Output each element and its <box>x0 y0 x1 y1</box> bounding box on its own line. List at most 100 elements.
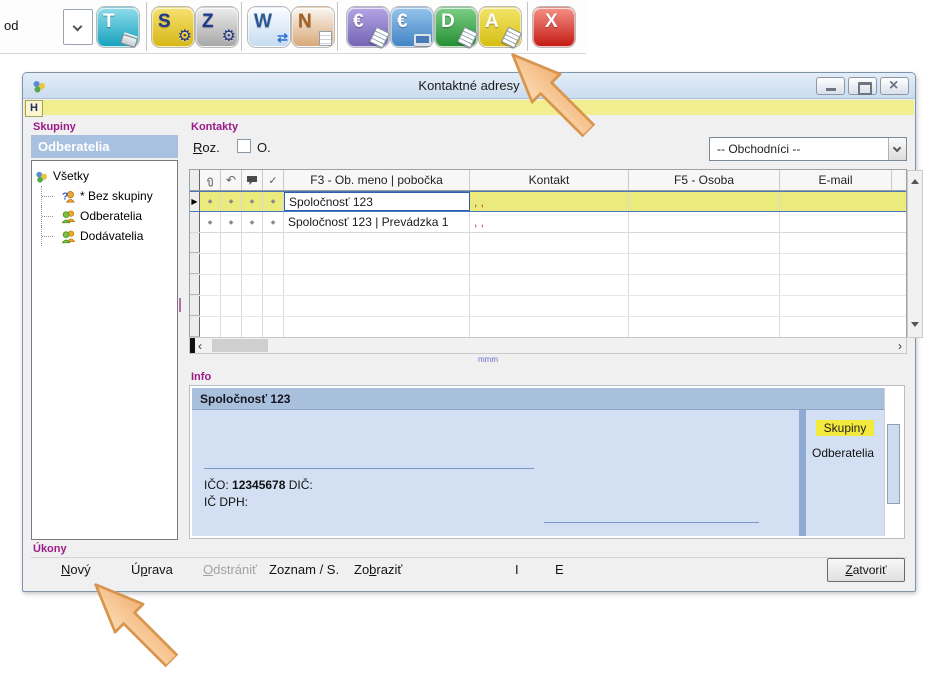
empty-row <box>190 317 906 338</box>
groups-tree: Všetky ? * Bez skupiny Odberatelia Dodáv… <box>31 160 178 540</box>
horizontal-splitter-grip[interactable]: mmm <box>478 356 498 364</box>
tree-item-odberatelia[interactable]: Odberatelia <box>34 206 175 226</box>
chevron-down-icon <box>893 144 901 152</box>
tree-item-bez-skupiny[interactable]: ? * Bez skupiny <box>34 186 175 206</box>
cell-osoba[interactable] <box>629 212 780 232</box>
column-header-kontakt[interactable]: Kontakt <box>470 170 629 190</box>
vertical-scrollbar[interactable] <box>907 170 923 338</box>
toolbar-button-s-settings[interactable]: S <box>152 7 194 47</box>
table-row[interactable]: ◆ ◆ ◆ ◆ Spoločnosť 123 | Prevádzka 1 , , <box>190 212 906 233</box>
o-checkbox[interactable] <box>237 139 251 153</box>
cell-kontakt[interactable]: , , <box>470 212 629 232</box>
column-header-name[interactable]: F3 - Ob. meno | pobočka <box>284 170 470 190</box>
scroll-right-icon[interactable]: › <box>898 339 902 353</box>
scrollbar-thumb[interactable] <box>212 339 268 352</box>
cell-mark: ◆ <box>263 212 284 232</box>
vertical-splitter-grip[interactable] <box>179 298 181 312</box>
info-vertical-divider <box>799 410 806 536</box>
zobrazit-button[interactable]: Zobraziť <box>354 562 402 577</box>
toolbar-button-a-receipt[interactable]: A <box>479 7 521 47</box>
contacts-table: ↶ ✓ F3 - Ob. meno | pobočka Kontakt F5 -… <box>189 169 907 338</box>
undo-icon[interactable]: ↶ <box>221 170 242 190</box>
toolbar-button-close-app[interactable]: X <box>533 7 575 47</box>
cell-name[interactable]: Spoločnosť 123 <box>284 192 470 211</box>
people-icon <box>61 229 76 244</box>
info-groups-value: Odberatelia <box>812 446 874 460</box>
dropdown-button[interactable] <box>888 138 906 160</box>
info-scrollbar[interactable] <box>884 388 902 536</box>
info-divider-line <box>544 522 759 523</box>
toolbar-separator <box>241 2 242 51</box>
toolbar-button-onenote[interactable]: N <box>292 7 334 47</box>
close-button[interactable] <box>880 77 909 95</box>
scroll-left-icon[interactable]: ‹ <box>198 339 202 353</box>
cell-kontakt[interactable]: , , <box>470 192 629 211</box>
dialog-titlebar[interactable]: Kontaktné adresy <box>23 73 915 99</box>
minimize-button[interactable] <box>816 77 845 95</box>
scrollbar-thumb[interactable] <box>887 424 900 504</box>
column-header-osoba[interactable]: F5 - Osoba <box>629 170 780 190</box>
info-divider-line <box>204 468 534 469</box>
cell-mark: ◆ <box>200 212 221 232</box>
tree-item-label: Odberatelia <box>80 209 142 223</box>
odstranit-button[interactable]: Odstrániť <box>203 562 257 577</box>
toolbar-prefix-label: od <box>4 18 18 33</box>
toolbar-button-d-receipt[interactable]: D <box>435 7 477 47</box>
salesmen-dropdown[interactable]: -- Obchodníci -- <box>709 137 907 161</box>
tree-connector <box>41 186 57 206</box>
cell-email[interactable] <box>780 212 892 232</box>
receipt-icon <box>369 27 390 49</box>
row-marker <box>190 212 200 232</box>
chevron-down-icon <box>73 22 83 32</box>
receipt-icon <box>457 27 478 49</box>
row-marker-header <box>190 170 200 190</box>
ico-value: 12345678 <box>232 478 285 492</box>
hotkey-h-badge: H <box>25 100 43 117</box>
table-header-row: ↶ ✓ F3 - Ob. meno | pobočka Kontakt F5 -… <box>190 170 906 191</box>
check-icon[interactable]: ✓ <box>263 170 284 190</box>
uprava-button[interactable]: Úprava <box>131 562 173 577</box>
scroll-down-icon[interactable] <box>911 322 919 331</box>
cell-mark: ◆ <box>242 212 263 232</box>
tree-item-vsetky[interactable]: Všetky <box>34 166 175 186</box>
cell-name[interactable]: Spoločnosť 123 | Prevádzka 1 <box>284 212 470 232</box>
horizontal-scrollbar[interactable]: ‹ › <box>189 337 907 354</box>
paperclip-icon[interactable] <box>200 170 221 190</box>
empty-row <box>190 296 906 317</box>
printer-icon <box>120 34 138 48</box>
info-company-header: Spoločnosť 123 <box>192 388 884 410</box>
cell-mark: ◆ <box>263 192 284 211</box>
toolbar-button-z-settings[interactable]: Z <box>196 7 238 47</box>
novy-button[interactable]: Nový <box>61 562 91 577</box>
scroll-up-icon[interactable] <box>911 175 919 184</box>
dialog-title: Kontaktné adresy <box>23 78 915 93</box>
balloon-icon[interactable] <box>242 170 263 190</box>
icdph-line: IČ DPH: <box>204 495 248 509</box>
toolbar-separator <box>146 2 147 51</box>
cell-mark: ◆ <box>200 192 221 211</box>
cell-email[interactable] <box>780 192 892 211</box>
column-header-email[interactable]: E-mail <box>780 170 892 190</box>
zatvorit-button[interactable]: Zatvoriť <box>827 558 905 582</box>
actions-section-label: Úkony <box>33 543 67 555</box>
toolbar-button-word-sync[interactable]: W <box>248 7 290 47</box>
actions-divider <box>31 557 907 558</box>
toolbar-button-euro-terminal[interactable]: € <box>391 7 433 47</box>
i-button[interactable]: I <box>515 562 519 577</box>
scrollbar-edge <box>190 338 195 353</box>
toolbar-button-text-export[interactable]: T <box>97 7 139 47</box>
ico-label: IČO: <box>204 478 229 492</box>
cell-osoba[interactable] <box>629 192 780 211</box>
info-main-area: IČO: 12345678 DIČ: IČ DPH: <box>192 410 799 536</box>
zoznam-button[interactable]: Zoznam / S. <box>269 562 339 577</box>
table-row[interactable]: ▶ ◆ ◆ ◆ ◆ Spoločnosť 123 , , <box>190 191 906 212</box>
svg-text:?: ? <box>62 191 68 202</box>
toolbar-button-euro-receipt[interactable]: € <box>347 7 389 47</box>
toolbar-dropdown[interactable] <box>63 9 93 45</box>
roz-link[interactable]: Roz. <box>193 140 220 155</box>
sync-arrows-icon <box>277 30 288 46</box>
maximize-button[interactable] <box>848 77 877 95</box>
e-button[interactable]: E <box>555 562 564 577</box>
info-panel: Spoločnosť 123 IČO: 12345678 DIČ: IČ DPH… <box>189 385 905 539</box>
tree-item-dodavatelia[interactable]: Dodávatelia <box>34 226 175 246</box>
